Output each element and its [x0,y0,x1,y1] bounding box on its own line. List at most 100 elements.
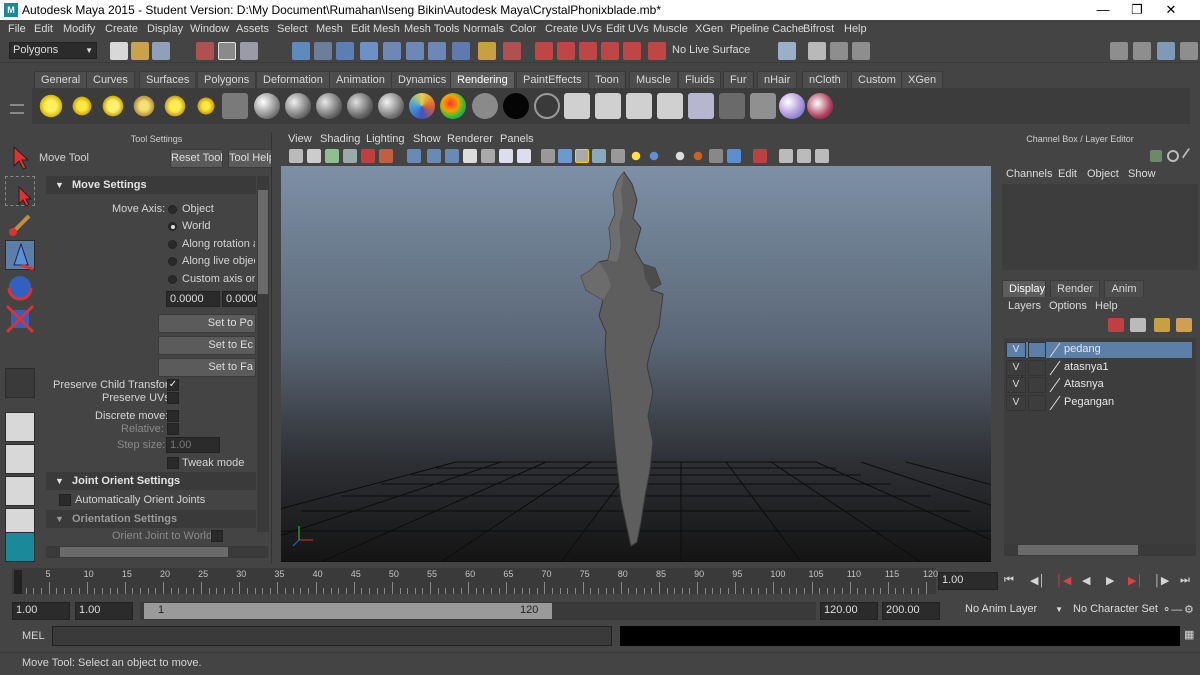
area-light-icon[interactable] [162,93,188,119]
viewport-menu-lighting[interactable]: Lighting [366,133,405,145]
shelf-tab-fluids[interactable]: Fluids [678,71,722,88]
save-scene-icon[interactable] [152,42,170,60]
play-forward-icon[interactable]: ▶ [1106,574,1114,587]
last-tool-icon[interactable] [5,368,35,398]
input-line-icon[interactable] [778,42,796,60]
lasso-tool-icon[interactable] [5,176,35,207]
menuset-dropdown[interactable]: Polygons ▼ [9,42,97,59]
axis-object-radio[interactable] [168,205,177,214]
close-icon[interactable]: ✕ [1154,0,1188,20]
channel-list[interactable] [1002,184,1198,270]
outliner-layout-icon[interactable] [5,476,35,506]
isolate-select-icon[interactable] [753,149,767,163]
volume-light-icon[interactable] [193,93,219,119]
single-pane-layout-icon[interactable] [5,412,35,442]
go-to-end-icon[interactable]: ⏭ [1180,574,1190,587]
menu-xgen[interactable]: XGen [695,23,723,35]
orient-world-checkbox[interactable] [211,530,223,542]
camera-icon[interactable] [222,93,248,119]
shelf-tab-fur[interactable]: Fur [723,71,754,88]
point-light-icon[interactable] [100,93,126,119]
render-region-icon[interactable] [719,93,745,119]
field-chart-icon[interactable] [481,149,495,163]
step-back-key-icon[interactable]: ◀│ [1030,574,1045,587]
auto-orient-checkbox[interactable] [59,494,71,506]
phong-shader-icon[interactable] [347,93,373,119]
step-forward-frame-icon[interactable]: ▶│ [1128,574,1143,587]
tool-settings-hscrollbar[interactable] [46,546,268,558]
menu-edit-mesh[interactable]: Edit Mesh [351,23,400,35]
anim-layer-dropdown[interactable]: No Anim Layer ▼ [962,602,1066,620]
menu-select[interactable]: Select [277,23,308,35]
end-time-field[interactable]: 120.00 [820,602,878,620]
menu-file[interactable]: File [8,23,26,35]
snap-plane-icon[interactable] [360,42,378,60]
shelf-tab-muscle[interactable]: Muscle [629,71,678,88]
sword-mesh[interactable] [580,171,664,547]
move-settings-header[interactable]: ▼ Move Settings [46,176,256,194]
menu-create-uvs[interactable]: Create UVs [545,23,602,35]
menu-assets[interactable]: Assets [236,23,269,35]
scale-tool-icon[interactable] [5,304,35,334]
open-scene-icon[interactable] [131,42,149,60]
menu-create[interactable]: Create [105,23,138,35]
layer-scrollbar-thumb[interactable] [1018,545,1138,555]
axis-rotation-radio[interactable] [168,240,177,249]
new-layer-selected-icon[interactable] [1176,318,1192,332]
layer-row-pegangan[interactable]: V Pegangan [1006,395,1192,411]
edit-menu[interactable]: Edit [1058,168,1077,180]
key-icon[interactable]: ⚬— [1162,603,1182,616]
hypershade-icon[interactable] [601,42,619,60]
layer-row-atasnya[interactable]: V Atasnya [1006,377,1192,393]
snap-vertex-icon[interactable] [406,42,424,60]
step-size-field[interactable]: 1.00 [166,437,220,453]
axis-custom-radio[interactable] [168,275,177,284]
new-scene-icon[interactable] [110,42,128,60]
render-view-icon[interactable] [623,42,641,60]
layer-hscrollbar[interactable] [1004,544,1196,556]
film-gate-icon[interactable] [427,149,441,163]
xray-icon[interactable] [592,149,606,163]
preserve-uvs-checkbox[interactable] [167,392,179,404]
scrollbar-thumb[interactable] [258,190,268,294]
surface-shader-icon[interactable] [503,93,529,119]
layer-color-swatch[interactable] [1048,360,1062,376]
tool-help-button[interactable]: Tool Help [228,149,272,168]
magnet-icon[interactable] [648,42,666,60]
shelf-tab-animation[interactable]: Animation [329,71,392,88]
layer-row-atasnya1[interactable]: V atasnya1 [1006,360,1192,376]
range-handle[interactable]: 1 120 [144,603,552,619]
menu-mesh[interactable]: Mesh [316,23,343,35]
xray-active-icon[interactable] [797,149,811,163]
tool-settings-icon[interactable] [1133,42,1151,60]
menu-color[interactable]: Color [510,23,536,35]
phonge-shader-icon[interactable] [378,93,404,119]
menu-normals[interactable]: Normals [463,23,504,35]
grid-icon[interactable] [407,149,421,163]
layer-tab-anim[interactable]: Anim [1104,280,1144,297]
render-icon[interactable] [535,42,553,60]
layered-shader-icon[interactable] [409,93,435,119]
layer-visibility-toggle[interactable]: V [1006,342,1026,358]
anim-start-field[interactable]: 1.00 [75,602,133,620]
tool-settings-scrollbar[interactable] [257,176,269,532]
shelf-tab-custom[interactable]: Custom [851,71,903,88]
modeling-toolkit-icon[interactable] [808,42,826,60]
snap-point-icon[interactable] [336,42,354,60]
gate-mask-icon[interactable] [463,149,477,163]
paint-brush-icon[interactable] [807,93,833,119]
menu-edit[interactable]: Edit [34,23,53,35]
layer-name[interactable]: Atasnya [1064,378,1104,390]
axis-world-radio[interactable] [168,222,177,231]
layer-name[interactable]: pedang [1064,343,1101,355]
play-back-icon[interactable]: ◀ [1082,574,1090,587]
channels-menu[interactable]: Channels [1006,168,1052,180]
shelf-tab-xgen[interactable]: XGen [901,71,944,88]
show-menu[interactable]: Show [1128,168,1156,180]
layer-playback-toggle[interactable] [1028,342,1046,358]
range-track[interactable]: 1 120 [140,602,816,620]
script-editor-icon[interactable]: ▦ [1184,628,1194,641]
snap-grid-icon[interactable] [292,42,310,60]
mental-ray-icon[interactable] [779,93,805,119]
command-input[interactable] [52,626,612,646]
